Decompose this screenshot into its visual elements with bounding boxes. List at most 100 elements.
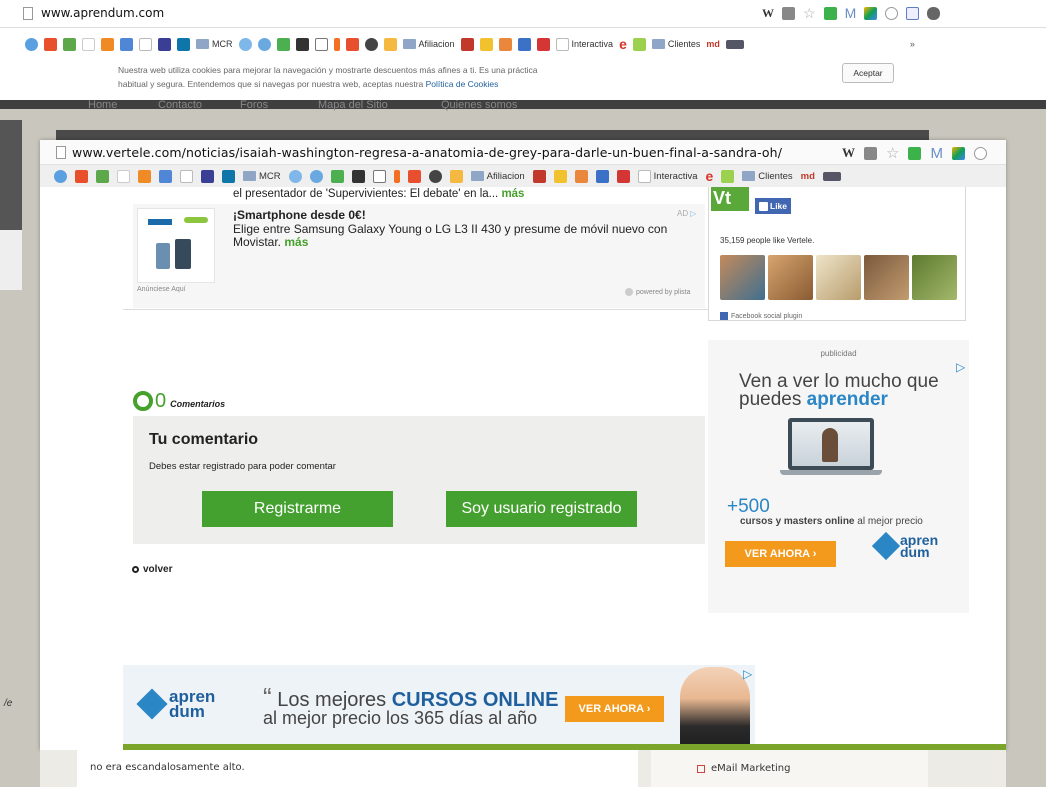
star-icon[interactable]: ☆ [886,146,899,161]
bookmark-green-icon[interactable] [63,37,76,51]
bookmark-window-icon[interactable] [314,37,328,51]
bookmark-interactiva[interactable]: Interactiva [555,37,613,51]
bookmark-gear-icon[interactable] [364,37,378,51]
wikipedia-icon[interactable]: W [842,145,855,161]
aprendum-side-ad[interactable]: publicidad ▷ Ven a ver lo mucho que pued… [708,340,969,613]
bookmark-md[interactable]: md [706,39,720,49]
side-ad-cta-button[interactable]: VER AHORA › [725,541,836,567]
bookmark-md[interactable]: md [801,171,815,182]
bookmark-n-icon[interactable] [616,169,630,183]
bookmarks-overflow[interactable]: » [910,39,915,49]
wikipedia-icon[interactable]: W [762,6,774,21]
bookmark-chat-icon[interactable] [257,37,271,51]
bookmark-globe-icon[interactable] [54,169,67,183]
bookmark-afiliacion[interactable]: Afiliacion [402,39,455,49]
bookmark-blank-icon[interactable] [117,169,130,183]
bookmark-mcr[interactable]: MCR [243,171,281,182]
bookmark-b-icon[interactable] [595,169,609,183]
bookmark-page-icon[interactable] [139,37,152,51]
background-address-bar[interactable]: www.aprendum.com W ☆ M [0,0,1046,28]
adchoices-icon[interactable]: ▷ [743,667,752,681]
bookmark-m-icon[interactable] [632,37,646,51]
bookmark-circle-icon[interactable] [238,37,252,51]
news-more-link[interactable]: más [501,188,524,200]
cloud-icon[interactable] [973,146,987,160]
aprendum-bottom-ad[interactable]: apren dum “ Los mejores CURSOS ONLINE „ … [123,665,755,746]
bookmark-m-icon[interactable] [721,169,735,183]
background-url[interactable]: www.aprendum.com [41,6,164,20]
gmail-icon[interactable]: M [845,6,857,20]
nav-quienes[interactable]: Quienes somos [441,99,517,111]
extension-green-icon[interactable] [823,7,837,20]
bottom-ad-cta-button[interactable]: VER AHORA › [565,696,664,722]
bookmark-puzzle-icon[interactable] [120,37,133,51]
bookmark-orange-icon[interactable] [101,37,114,51]
bookmark-pen-icon[interactable] [574,169,588,183]
drive-icon[interactable] [864,7,878,20]
bookmark-n-icon[interactable] [536,37,550,51]
adchoices-icon[interactable]: ▷ [690,209,696,218]
bookmark-orange-icon[interactable] [138,169,151,183]
bookmark-y-icon[interactable] [158,37,171,51]
calendar-icon[interactable] [906,7,920,20]
nav-foros[interactable]: Foros [240,99,268,111]
fan-avatar[interactable] [912,255,957,300]
bookmark-linkedin-icon[interactable] [177,37,190,51]
bookmark-chat-icon[interactable] [309,169,323,183]
bookmark-interactiva[interactable]: Interactiva [637,169,698,183]
bookmark-pen-icon[interactable] [498,37,512,51]
fan-avatar[interactable] [768,255,813,300]
vertele-logo[interactable]: Vt [711,187,749,211]
cookie-policy-link[interactable]: Política de Cookies [426,79,499,89]
extension-green-icon[interactable] [908,146,922,160]
advertise-here-link[interactable]: Anúnciese Aquí [137,286,186,293]
bookmark-bars-icon[interactable] [479,37,493,51]
facebook-like-button[interactable]: Like [755,198,792,214]
bookmark-pdf-icon[interactable] [460,37,474,51]
bookmark-dark-icon[interactable] [822,171,841,181]
bookmark-y-icon[interactable] [201,169,214,183]
bookmark-a-icon[interactable] [44,37,57,51]
bookmark-mcr[interactable]: MCR [196,39,233,49]
bookmark-afiliacion[interactable]: Afiliacion [470,171,525,182]
bookmark-d-icon[interactable] [351,169,365,183]
ad-thumbnail[interactable] [137,208,215,283]
bookmark-a-icon[interactable] [75,169,88,183]
bookmark-puzzle-icon[interactable] [159,169,172,183]
star-icon[interactable]: ☆ [803,6,816,20]
front-url[interactable]: www.vertele.com/noticias/isaiah-washingt… [72,145,782,160]
registered-user-button[interactable]: Soy usuario registrado [446,491,637,527]
bookmark-dark-icon[interactable] [725,39,744,49]
nav-contacto[interactable]: Contacto [158,99,202,111]
aprendum-logo[interactable]: apren dum [871,531,938,561]
bookmark-green-icon[interactable] [96,169,109,183]
cloud-icon[interactable] [885,7,899,20]
powered-by-plista[interactable]: powered by plista [636,289,690,296]
bookmark-clientes[interactable]: Clientes [651,39,700,49]
bookmark-clientes[interactable]: Clientes [742,171,793,182]
ad-title[interactable]: ¡Smartphone desde 0€! [233,208,366,222]
adchoices-icon[interactable]: ▷ [956,360,965,374]
front-address-bar[interactable]: www.vertele.com/noticias/isaiah-washingt… [40,140,1006,165]
aprendum-logo[interactable]: apren dum [136,688,215,720]
bookmark-e-icon[interactable]: e [706,168,714,184]
bookmark-tag-icon[interactable] [449,169,463,183]
bookmark-linkedin-icon[interactable] [222,169,235,183]
bookmark-circle-icon[interactable] [288,169,302,183]
drive-icon[interactable] [951,146,965,160]
bookmark-gear-icon[interactable] [428,169,442,183]
bookmark-tag-icon[interactable] [383,37,397,51]
sponsored-ad[interactable]: ¡Smartphone desde 0€! Elige entre Samsun… [133,204,705,308]
qr-icon[interactable] [864,146,877,160]
ad-more-link[interactable]: más [284,235,308,249]
bookmark-page-icon[interactable] [180,169,193,183]
fan-avatar[interactable] [864,255,909,300]
bookmark-clock-icon[interactable] [407,169,421,183]
register-button[interactable]: Registrarme [202,491,393,527]
nav-home[interactable]: Home [88,99,117,111]
bookmark-bars-icon[interactable] [553,169,567,183]
bookmark-window-icon[interactable] [372,169,386,183]
fan-avatar[interactable] [816,255,861,300]
qr-icon[interactable] [782,7,795,20]
bookmark-clock-icon[interactable] [345,37,359,51]
